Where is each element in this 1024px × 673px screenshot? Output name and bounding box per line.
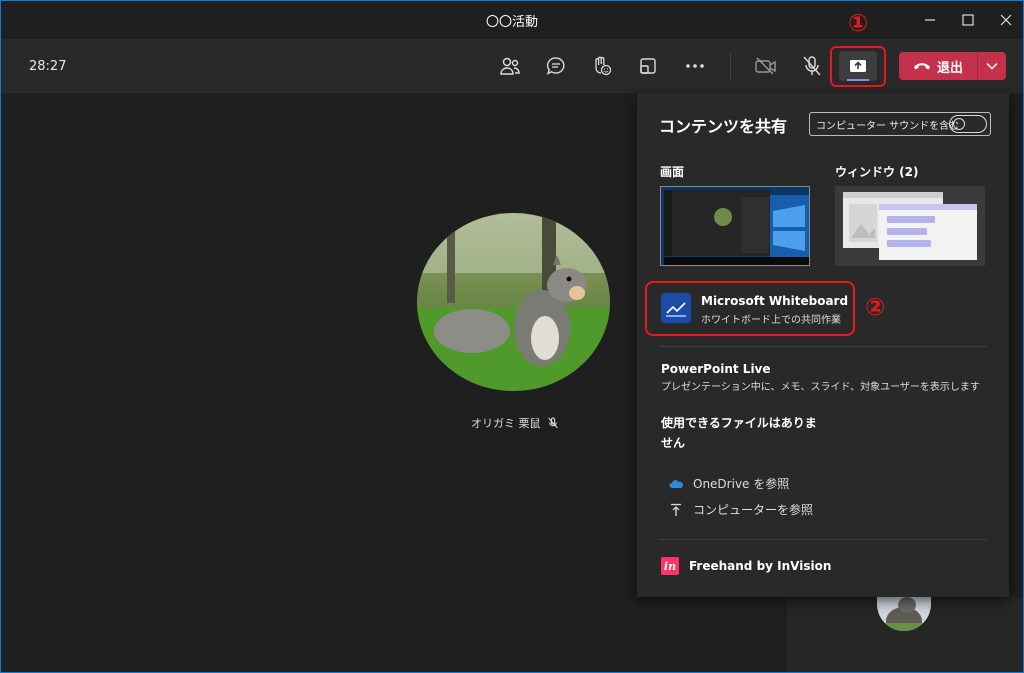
chat-button[interactable]	[541, 51, 571, 81]
powerpoint-live-title: PowerPoint Live	[661, 362, 771, 376]
participant-avatar	[417, 213, 610, 391]
chevron-down-icon	[986, 62, 998, 70]
toggle-knob	[953, 118, 965, 130]
no-files-message: 使用できるファイルはありません	[661, 416, 817, 450]
include-sound-label: コンピューター サウンドを含む	[816, 120, 960, 132]
browse-computer-link[interactable]: コンピューターを参照	[669, 501, 813, 518]
invision-icon: in	[661, 557, 679, 575]
window-section-label: ウィンドウ (2)	[835, 165, 919, 179]
meeting-window: 〇〇活動 28:27 ① 退出 オリガミ 栗鼠 コンテンツを共有 コンピューター…	[0, 0, 1024, 673]
breakout-icon	[640, 58, 656, 74]
share-content-button[interactable]	[839, 51, 877, 81]
close-button[interactable]	[991, 9, 1021, 31]
maximize-icon	[962, 14, 974, 26]
minimize-button[interactable]	[915, 9, 945, 31]
upload-icon	[671, 503, 681, 516]
include-sound-toggle-row[interactable]: コンピューター サウンドを含む	[809, 112, 991, 136]
freehand-label: Freehand by InVision	[689, 559, 832, 573]
leave-label: 退出	[936, 60, 963, 76]
screen-share-thumbnail[interactable]	[660, 186, 810, 266]
whiteboard-option[interactable]: Microsoft Whiteboard	[701, 294, 848, 308]
minimize-icon	[925, 19, 935, 21]
desktop-preview-image	[661, 187, 809, 265]
freehand-option[interactable]: in Freehand by InVision	[661, 557, 831, 575]
computer-label: コンピューターを参照	[693, 503, 814, 517]
window-preview-image	[835, 186, 985, 266]
step1-marker: ①	[848, 9, 869, 37]
mic-off-icon	[803, 56, 821, 76]
window-share-thumbnail[interactable]	[835, 186, 985, 266]
whiteboard-glyph	[666, 302, 686, 317]
share-content-panel: コンテンツを共有 コンピューター サウンドを含む 画面 ウィンドウ (2) Mi…	[637, 93, 1009, 597]
participant-name: オリガミ 栗鼠	[471, 417, 541, 430]
section-divider	[659, 539, 987, 540]
panel-title: コンテンツを共有	[659, 117, 788, 136]
step2-marker: ②	[865, 293, 886, 321]
leave-options-button[interactable]	[978, 52, 1006, 80]
active-underline	[847, 79, 869, 81]
window-title: 〇〇活動	[485, 15, 538, 30]
onedrive-label: OneDrive を参照	[693, 477, 790, 491]
browse-onedrive-link[interactable]: OneDrive を参照	[669, 475, 789, 492]
screen-section-label: 画面	[660, 165, 685, 179]
whiteboard-description: ホワイトボード上での共同作業	[701, 315, 841, 326]
maximize-button[interactable]	[953, 9, 983, 31]
hang-up-icon	[913, 63, 930, 70]
whiteboard-icon	[661, 293, 691, 323]
raise-hand-icon	[595, 56, 612, 76]
leave-button-group: 退出	[899, 52, 1006, 80]
powerpoint-live-description: プレゼンテーション中に、メモ、スライド、対象ユーザーを表示します	[661, 382, 980, 393]
include-sound-toggle[interactable]	[949, 115, 987, 133]
toolbar-divider	[730, 53, 731, 79]
section-divider	[659, 346, 987, 347]
onedrive-icon	[669, 479, 683, 488]
share-tray-icon	[850, 60, 866, 72]
more-icon	[686, 64, 704, 68]
rooms-button[interactable]	[633, 51, 663, 81]
camera-off-icon	[755, 57, 776, 75]
squirrel-photo	[417, 213, 610, 391]
microphone-button[interactable]	[797, 51, 827, 81]
reactions-button[interactable]	[587, 51, 617, 81]
people-icon	[500, 57, 520, 75]
meeting-timer: 28:27	[29, 59, 67, 74]
participant-name-row: オリガミ 栗鼠	[471, 415, 559, 431]
mic-off-icon	[547, 417, 558, 429]
more-options-button[interactable]	[680, 51, 710, 81]
title-bar: 〇〇活動	[1, 1, 1023, 39]
camera-button[interactable]	[751, 51, 781, 81]
close-icon	[1000, 14, 1012, 26]
leave-button[interactable]: 退出	[899, 52, 977, 80]
participants-button[interactable]	[495, 51, 525, 81]
chat-icon	[546, 57, 565, 75]
